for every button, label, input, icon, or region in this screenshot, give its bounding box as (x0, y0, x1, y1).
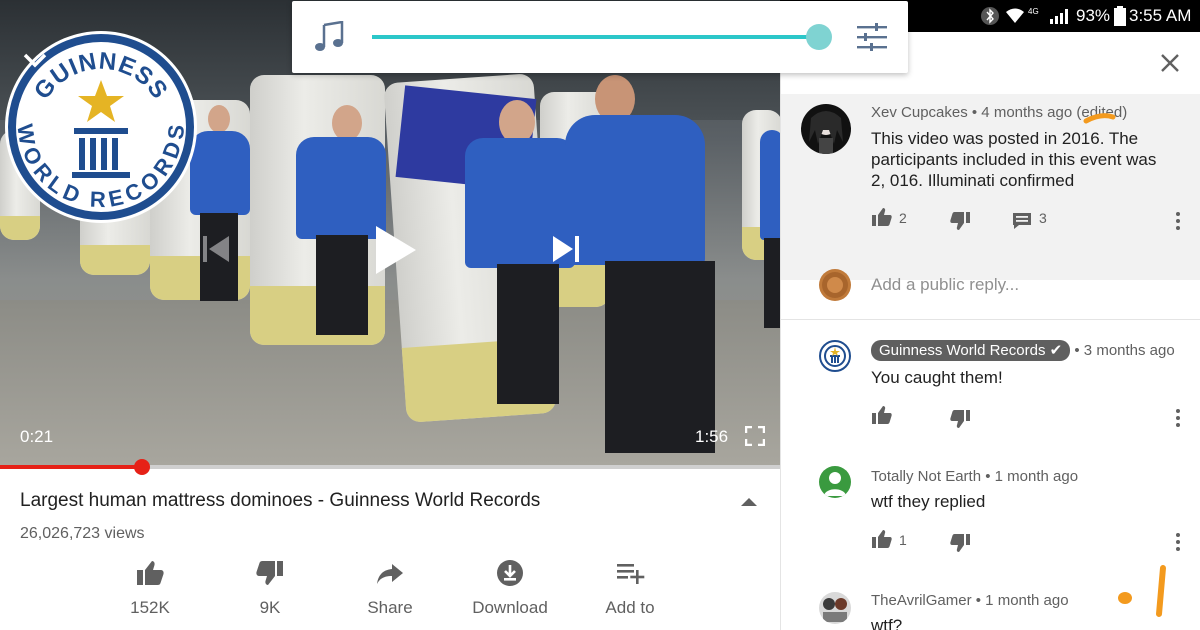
signal-icon (1050, 9, 1068, 24)
reply-icon[interactable] (1011, 210, 1033, 232)
comment-meta: Totally Not Earth • 1 month ago (871, 468, 1078, 485)
share-label: Share (367, 598, 413, 617)
comment-meta: Guinness World Records ✔ • 3 months ago (871, 340, 1175, 361)
like-count: 1 (899, 532, 907, 548)
battery-icon (1114, 6, 1126, 26)
user-avatar (819, 269, 851, 301)
close-icon[interactable] (1159, 52, 1181, 74)
share-button[interactable]: Share (330, 558, 450, 618)
progress-fill (0, 465, 142, 469)
comment-meta: TheAvrilGamer • 1 month ago (871, 592, 1069, 609)
thumbs-up-icon[interactable] (871, 528, 893, 550)
music-note-icon[interactable] (314, 21, 344, 53)
comment-text-line: wtf they replied (871, 492, 986, 511)
like-count: 2 (899, 210, 907, 226)
expand-description-icon[interactable] (740, 496, 758, 508)
comment-text: wtf? (871, 615, 902, 630)
comment-text: You caught them! (871, 367, 1003, 388)
volume-popup (292, 1, 908, 73)
comment-author[interactable]: Totally Not Earth (871, 468, 981, 485)
comment-text: This video was posted in 2016. The parti… (871, 128, 1156, 191)
thumbs-down-icon[interactable] (949, 408, 971, 430)
comment-text: wtf they replied (871, 491, 985, 512)
comments-panel: Xev Cupcakes • 4 months ago (edited) Thi… (780, 32, 1200, 630)
battery-percent: 93% (1076, 6, 1111, 25)
download-label: Download (472, 598, 548, 617)
progress-bar[interactable] (0, 459, 780, 475)
thumbs-up-icon (137, 561, 164, 585)
wifi-icon (1006, 8, 1024, 23)
volume-fill (372, 35, 820, 39)
orange-scribble (1118, 565, 1166, 617)
avatar[interactable] (801, 104, 851, 154)
bluetooth-icon (981, 7, 999, 25)
avatar-image (823, 598, 847, 622)
video-title: Largest human mattress dominoes - Guinne… (20, 490, 541, 511)
download-button[interactable]: Download (450, 558, 570, 618)
more-options-icon[interactable] (1175, 532, 1181, 552)
comment-age: • 1 month ago (975, 592, 1069, 609)
download-icon (497, 560, 523, 586)
more-options-icon[interactable] (1175, 211, 1181, 231)
fullscreen-icon[interactable] (745, 426, 765, 446)
divider (781, 319, 1200, 320)
comment-author[interactable]: Xev Cupcakes (871, 104, 968, 121)
user-avatar-image (822, 272, 848, 298)
avatar[interactable] (819, 340, 851, 372)
comment-text-line: You caught them! (871, 368, 1003, 387)
comment-text-line: 2, 016. Illuminati confirmed (871, 171, 1075, 190)
play-icon[interactable] (372, 224, 418, 276)
total-time: 1:56 (695, 427, 729, 446)
comment-text-line: wtf? (871, 616, 903, 630)
avatar-image (809, 111, 843, 154)
volume-knob[interactable] (806, 24, 833, 50)
comment-text-line: This video was posted in 2016. The (871, 129, 1139, 148)
chevron-down-icon[interactable] (22, 52, 48, 70)
dislike-button[interactable]: 9K (210, 558, 330, 618)
thumbs-up-icon[interactable] (871, 404, 893, 426)
next-icon[interactable] (550, 234, 582, 264)
clock: 3:55 AM (1129, 6, 1192, 25)
playlist-add-icon (617, 564, 645, 584)
current-time: 0:21 (20, 427, 54, 446)
dislike-count: 9K (259, 598, 281, 617)
share-icon (377, 564, 403, 584)
avatar[interactable] (819, 592, 851, 624)
reply-count: 3 (1039, 210, 1047, 226)
previous-icon[interactable] (200, 234, 232, 264)
volume-slider[interactable] (372, 24, 833, 50)
default-avatar-icon (824, 472, 846, 496)
comment-author[interactable]: TheAvrilGamer (871, 592, 972, 609)
thumbs-down-icon[interactable] (949, 532, 971, 554)
comment-text-line: participants included in this event was (871, 150, 1157, 169)
thumbs-down-icon (256, 561, 283, 585)
like-button[interactable]: 152K (90, 558, 210, 618)
thumbs-down-icon[interactable] (949, 210, 971, 232)
verified-check-icon: ✔ (1049, 342, 1063, 359)
reply-input[interactable]: Add a public reply... (871, 275, 1019, 295)
verified-author-badge[interactable]: Guinness World Records ✔ (871, 340, 1071, 361)
view-count: 26,026,723 views (20, 525, 145, 542)
orange-scribble (1083, 113, 1116, 124)
add-to-button[interactable]: Add to (570, 558, 690, 618)
like-count: 152K (130, 598, 170, 617)
comment-age: • 1 month ago (985, 468, 1079, 485)
thumbs-up-icon[interactable] (871, 206, 893, 228)
avatar[interactable] (819, 466, 851, 498)
screen: GUINNESS WORLD RECORDS (0, 0, 1200, 630)
comment-author: Guinness World Records (879, 342, 1046, 359)
comment-age: • 3 months ago (1074, 342, 1175, 359)
more-options-icon[interactable] (1175, 408, 1181, 428)
equalizer-icon[interactable] (856, 23, 888, 51)
video-actions: 152K 9K Share Download Add to (90, 558, 690, 628)
progress-scrubber[interactable] (133, 459, 150, 475)
network-type: 4G (1028, 7, 1039, 16)
parent-comment: Xev Cupcakes • 4 months ago (edited) Thi… (781, 94, 1200, 280)
guinness-avatar-icon (824, 345, 846, 367)
add-to-label: Add to (605, 598, 655, 617)
